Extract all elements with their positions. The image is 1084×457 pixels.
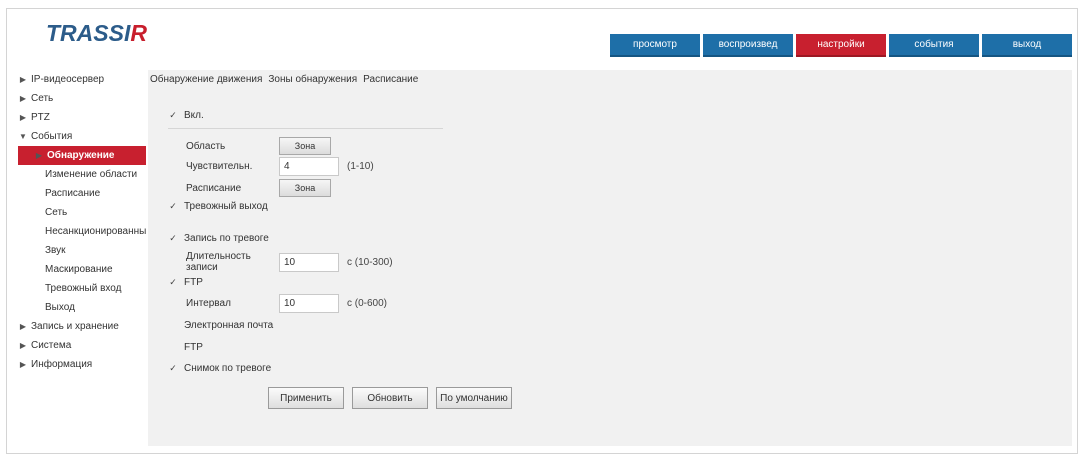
sensitivity-label: Чувствительн. <box>186 161 253 172</box>
ftp-interval-row: Интервал 10 с (0-600) <box>186 294 387 313</box>
ftp2-checkbox[interactable]: ✓ <box>168 343 178 353</box>
sidebar-item-9[interactable]: Звук <box>14 241 146 260</box>
sidebar-item-6[interactable]: Расписание <box>14 184 146 203</box>
nav-tab-4[interactable]: выход <box>982 34 1072 57</box>
sidebar-item-label: Сеть <box>31 93 54 104</box>
sidebar-item-15[interactable]: ▶ Информация <box>14 355 146 374</box>
breadcrumb: Обнаружение движения Зоны обнаружения Ра… <box>148 70 418 88</box>
apply-button[interactable]: Применить <box>268 387 344 409</box>
sensitivity-input[interactable]: 4 <box>279 157 339 176</box>
default-button[interactable]: По умолчанию <box>436 387 512 409</box>
collapsed-arrow-icon: ▶ <box>19 113 27 122</box>
sidebar-item-2[interactable]: ▶ PTZ <box>14 108 146 127</box>
record-duration-row: Длительность записи 10 с (10-300) <box>186 251 393 273</box>
sidebar-item-5[interactable]: Изменение области <box>14 165 146 184</box>
sidebar-item-10[interactable]: Маскирование <box>14 260 146 279</box>
breadcrumb-item-motion[interactable]: Обнаружение движения <box>150 74 262 85</box>
sidebar-item-label: Звук <box>45 245 66 256</box>
sidebar-item-12[interactable]: Выход <box>14 298 146 317</box>
snapshot-row: ✓ Снимок по тревоге <box>168 363 271 374</box>
sidebar-item-13[interactable]: ▶ Запись и хранение <box>14 317 146 336</box>
ftp-row: ✓ FTP <box>168 277 203 288</box>
collapsed-arrow-icon: ▶ <box>19 322 27 331</box>
sidebar-item-8[interactable]: Несанкционированный <box>14 222 146 241</box>
sidebar-menu: ▶ IP-видеосервер ▶ Сеть ▶ PTZ ▼ События ▶ Обнаруж… <box>14 70 146 374</box>
schedule-row: Расписание Зона <box>186 179 331 197</box>
ftp2-row: ✓ FTP <box>168 342 203 353</box>
ftp2-label: FTP <box>184 342 203 353</box>
sidebar-item-label: Сеть <box>45 207 68 218</box>
collapsed-arrow-icon: ▶ <box>19 360 27 369</box>
sidebar-item-7[interactable]: Сеть <box>14 203 146 222</box>
area-zone-button[interactable]: Зона <box>279 137 331 155</box>
sidebar-item-3[interactable]: ▼ События <box>14 127 146 146</box>
ftp-checkbox[interactable]: ✓ <box>168 277 178 288</box>
nav-tab-3[interactable]: события <box>889 34 979 57</box>
collapsed-arrow-icon: ▶ <box>19 75 27 84</box>
sidebar-item-0[interactable]: ▶ IP-видеосервер <box>14 70 146 89</box>
trassir-logo: TRASSIR <box>46 20 147 46</box>
refresh-button[interactable]: Обновить <box>352 387 428 409</box>
sensitivity-hint: (1-10) <box>347 161 374 172</box>
sidebar-item-label: Выход <box>45 302 75 313</box>
collapsed-arrow-icon: ▶ <box>19 341 27 350</box>
sidebar-item-label: Изменение области <box>45 169 138 180</box>
sidebar-item-label: Информация <box>31 359 93 370</box>
trigger-alarm-row: ✓ Тревожный выход <box>168 201 268 212</box>
sidebar-item-label: События <box>31 131 73 142</box>
top-navigation: просмотр воспроизвед настройки события выход <box>610 34 1072 57</box>
sensitivity-row: Чувствительн. 4 (1-10) <box>186 157 374 176</box>
sidebar-item-4[interactable]: ▶ Обнаружение <box>18 146 146 165</box>
sidebar-item-label: Маскирование <box>45 264 113 275</box>
sidebar-item-label: Система <box>31 340 72 351</box>
divider <box>168 128 443 129</box>
enable-checkbox[interactable]: ✓ <box>168 110 178 121</box>
schedule-zone-button[interactable]: Зона <box>279 179 331 197</box>
record-duration-label: Длительность записи <box>186 251 251 273</box>
nav-tab-1[interactable]: воспроизвед <box>703 34 793 57</box>
settings-panel: Обнаружение движения Зоны обнаружения Ра… <box>148 70 1072 446</box>
nav-tab-2[interactable]: настройки <box>796 34 886 57</box>
email-row: ✓ Электронная почта <box>168 320 273 331</box>
expanded-arrow-icon: ▼ <box>19 132 27 141</box>
sidebar-item-label: PTZ <box>31 112 50 123</box>
snapshot-label: Снимок по тревоге <box>184 363 272 374</box>
enable-row: ✓ Вкл. <box>168 110 204 121</box>
form-actions: Применить Обновить По умолчанию <box>268 387 512 409</box>
sidebar-item-14[interactable]: ▶ Система <box>14 336 146 355</box>
sidebar-item-label: Запись и хранение <box>31 321 119 332</box>
email-label: Электронная почта <box>184 320 274 331</box>
enable-label: Вкл. <box>184 110 204 121</box>
record-duration-hint: с (10-300) <box>347 256 393 268</box>
collapsed-arrow-icon: ▶ <box>35 151 43 160</box>
sidebar-item-label: Тревожный вход <box>45 283 122 294</box>
schedule-label: Расписание <box>186 182 242 194</box>
ftp-interval-hint: с (0-600) <box>347 298 388 309</box>
nav-tab-0[interactable]: просмотр <box>610 34 700 57</box>
area-row: Область Зона <box>186 137 331 155</box>
breadcrumb-item-zones[interactable]: Зоны обнаружения <box>268 74 357 85</box>
trigger-alarm-label: Тревожный выход <box>184 201 268 212</box>
trigger-record-checkbox[interactable]: ✓ <box>168 233 178 244</box>
snapshot-checkbox[interactable]: ✓ <box>168 363 178 374</box>
ftp-interval-input[interactable]: 10 <box>279 294 339 313</box>
ftp-label: FTP <box>184 277 203 288</box>
sidebar-item-label: IP-видеосервер <box>31 74 105 85</box>
sidebar-item-1[interactable]: ▶ Сеть <box>14 89 146 108</box>
sidebar-item-label: Обнаружение <box>47 150 115 161</box>
breadcrumb-item-schedule[interactable]: Расписание <box>363 74 418 85</box>
record-duration-input[interactable]: 10 <box>279 252 339 272</box>
sidebar-item-11[interactable]: Тревожный вход <box>14 279 146 298</box>
email-checkbox[interactable]: ✓ <box>168 321 178 331</box>
area-label: Область <box>186 140 226 152</box>
sidebar-item-label: Несанкционированный <box>45 226 146 237</box>
ftp-interval-label: Интервал <box>186 298 231 309</box>
sidebar-item-label: Расписание <box>45 188 101 199</box>
trigger-alarm-checkbox[interactable]: ✓ <box>168 201 178 212</box>
trigger-record-label: Запись по тревоге <box>184 233 269 244</box>
collapsed-arrow-icon: ▶ <box>19 94 27 103</box>
trigger-record-row: ✓ Запись по тревоге <box>168 233 269 244</box>
